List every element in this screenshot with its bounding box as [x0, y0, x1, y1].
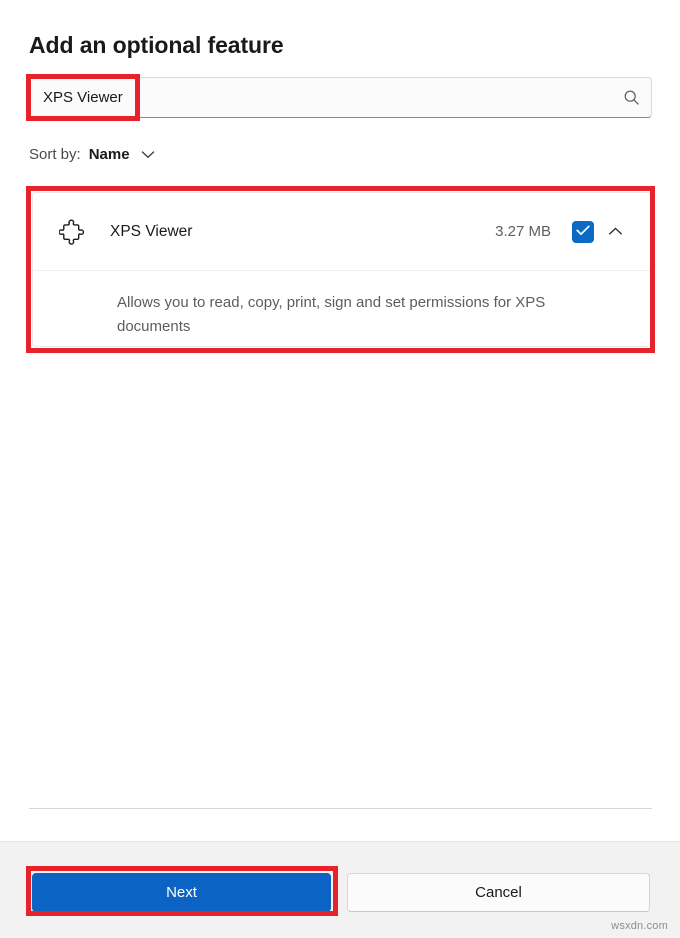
sort-by-value: Name: [88, 146, 130, 163]
page-title: Add an optional feature: [29, 32, 284, 58]
search-box[interactable]: [29, 77, 652, 118]
checkmark-icon: [576, 223, 590, 241]
cancel-button[interactable]: Cancel: [347, 873, 650, 912]
feature-card-body: Allows you to read, copy, print, sign an…: [33, 271, 650, 339]
puzzle-piece-icon: [55, 219, 89, 245]
feature-description: Allows you to read, copy, print, sign an…: [117, 294, 546, 335]
chevron-down-icon[interactable]: [141, 150, 155, 159]
search-input[interactable]: [30, 78, 611, 117]
sort-by-label: Sort by:: [29, 146, 81, 163]
search-icon[interactable]: [611, 78, 651, 117]
content-divider: [29, 808, 652, 809]
chevron-up-icon[interactable]: [594, 227, 636, 236]
dialog-footer: Next Cancel wsxdn.com: [0, 841, 680, 938]
feature-name: XPS Viewer: [110, 222, 193, 240]
watermark: wsxdn.com: [611, 920, 668, 932]
next-button[interactable]: Next: [32, 873, 331, 912]
feature-card[interactable]: XPS Viewer 3.27 MB Allows you to read, c…: [32, 192, 651, 347]
feature-size: 3.27 MB: [495, 223, 551, 240]
feature-card-header[interactable]: XPS Viewer 3.27 MB: [33, 193, 650, 271]
sort-by-control[interactable]: Sort by: Name: [29, 146, 155, 163]
dialog-content: Add an optional feature Sort by: Name: [0, 0, 680, 841]
feature-checkbox[interactable]: [572, 220, 594, 243]
